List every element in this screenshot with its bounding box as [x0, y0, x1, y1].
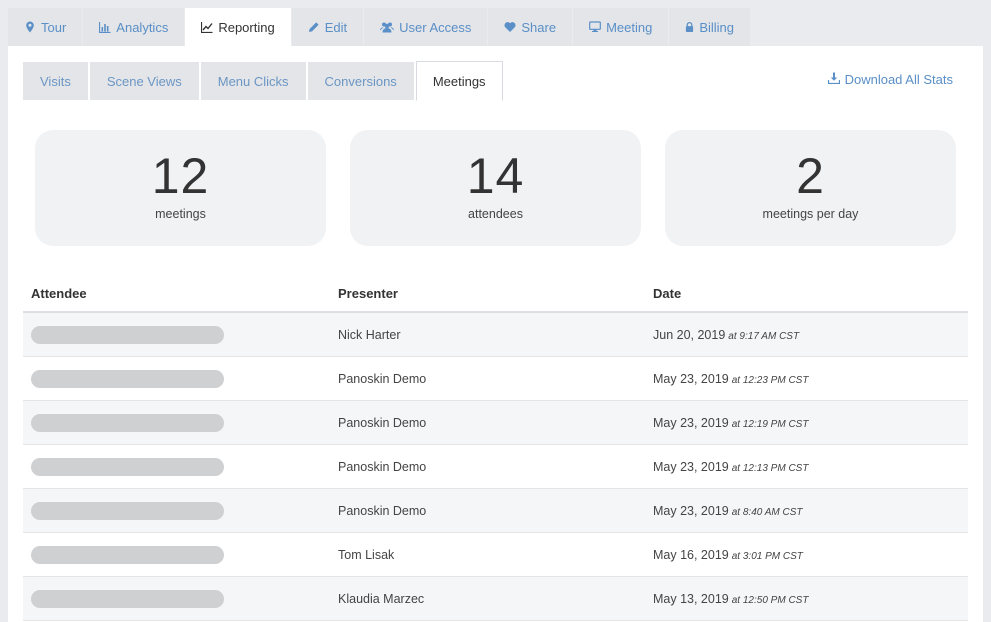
tab-edit[interactable]: Edit — [291, 8, 364, 46]
presenter-cell: Panoskin Demo — [338, 459, 427, 474]
tab-visits[interactable]: Visits — [23, 62, 88, 100]
date-text: May 23, 2019 — [653, 459, 729, 474]
time-text: at 8:40 AM CST — [731, 506, 803, 518]
tab-billing[interactable]: Billing — [669, 8, 750, 46]
date-text: May 13, 2019 — [653, 591, 729, 606]
redacted-attendee — [31, 501, 224, 520]
app-frame: Tour Analytics Reporting Edit User Acces… — [8, 8, 983, 622]
presenter-cell: Klaudia Marzec — [338, 591, 425, 606]
date-cell: Jun 20, 2019 at 9:17 AM CST — [653, 328, 968, 342]
redacted-attendee — [31, 457, 224, 476]
presenter-cell: Nick Harter — [338, 327, 401, 342]
redacted-attendee — [31, 589, 224, 608]
column-header-presenter: Presenter — [338, 286, 398, 301]
column-header-date: Date — [653, 286, 682, 301]
presenter-cell: Tom Lisak — [338, 547, 395, 562]
top-tab-bar: Tour Analytics Reporting Edit User Acces… — [8, 8, 751, 46]
download-all-stats-link[interactable]: Download All Stats — [827, 72, 953, 87]
tab-label: Share — [521, 19, 557, 35]
stat-card-meetings: 12 meetings — [35, 130, 326, 246]
table-body: Nick Harter Jun 20, 2019 at 9:17 AM CST P… — [23, 313, 968, 621]
stat-value: 14 — [466, 148, 525, 204]
lock-icon — [685, 21, 694, 33]
date-cell: May 23, 2019 at 12:23 PM CST — [653, 372, 968, 386]
heart-icon — [504, 21, 516, 33]
monitor-icon — [589, 21, 601, 33]
stat-value: 12 — [151, 148, 210, 204]
time-text: at 12:13 PM CST — [731, 462, 809, 474]
presenter-cell: Panoskin Demo — [338, 503, 427, 518]
tab-label: Billing — [699, 19, 734, 35]
map-marker-icon — [24, 21, 36, 33]
time-text: at 12:19 PM CST — [731, 418, 809, 430]
tab-tour[interactable]: Tour — [8, 8, 83, 46]
time-text: at 12:23 PM CST — [731, 374, 809, 386]
date-cell: May 16, 2019 at 3:01 PM CST — [653, 548, 968, 562]
tab-label: Reporting — [218, 19, 275, 35]
tab-label: Analytics — [116, 19, 169, 35]
date-cell: May 23, 2019 at 8:40 AM CST — [653, 504, 968, 518]
time-text: at 3:01 PM CST — [731, 550, 803, 562]
date-text: May 16, 2019 — [653, 547, 729, 562]
users-icon — [380, 21, 395, 33]
table-row: Panoskin Demo May 23, 2019 at 12:19 PM CS… — [23, 401, 968, 445]
date-text: Jun 20, 2019 — [653, 327, 726, 342]
table-row: Tom Lisak May 16, 2019 at 3:01 PM CST — [23, 533, 968, 577]
time-text: at 9:17 AM CST — [728, 330, 800, 342]
line-chart-icon — [201, 21, 213, 33]
time-text: at 12:50 PM CST — [731, 594, 809, 606]
redacted-attendee — [31, 545, 224, 564]
date-text: May 23, 2019 — [653, 503, 729, 518]
date-cell: May 23, 2019 at 12:19 PM CST — [653, 416, 968, 430]
stat-card-attendees: 14 attendees — [350, 130, 641, 246]
reporting-panel: Visits Scene Views Menu Clicks Conversio… — [8, 46, 983, 622]
tab-share[interactable]: Share — [488, 8, 573, 46]
stat-card-meetings-per-day: 2 meetings per day — [665, 130, 956, 246]
download-label: Download All Stats — [844, 72, 953, 87]
table-row: Klaudia Marzec May 13, 2019 at 12:50 PM C… — [23, 577, 968, 621]
date-text: May 23, 2019 — [653, 371, 729, 386]
table-row: Nick Harter Jun 20, 2019 at 9:17 AM CST — [23, 313, 968, 357]
stat-label: attendees — [468, 207, 523, 221]
tab-meetings[interactable]: Meetings — [415, 61, 503, 101]
table-row: Panoskin Demo May 23, 2019 at 8:40 AM CST — [23, 489, 968, 533]
table-row: Panoskin Demo May 23, 2019 at 12:13 PM CS… — [23, 445, 968, 489]
stat-label: meetings per day — [762, 207, 859, 221]
tab-conversions[interactable]: Conversions — [307, 62, 414, 100]
tab-menu-clicks[interactable]: Menu Clicks — [200, 62, 306, 100]
presenter-cell: Panoskin Demo — [338, 415, 427, 430]
date-text: May 23, 2019 — [653, 415, 729, 430]
tab-reporting[interactable]: Reporting — [185, 8, 291, 46]
date-cell: May 23, 2019 at 12:13 PM CST — [653, 460, 968, 474]
tab-scene-views[interactable]: Scene Views — [89, 62, 199, 100]
meetings-table: Attendee Presenter Date Nick Harter Jun … — [23, 276, 968, 621]
stat-label: meetings — [155, 207, 206, 221]
sub-tab-bar: Visits Scene Views Menu Clicks Conversio… — [23, 61, 505, 101]
stat-value: 2 — [796, 148, 825, 204]
tab-meeting[interactable]: Meeting — [573, 8, 669, 46]
tab-user-access[interactable]: User Access — [364, 8, 488, 46]
pencil-icon — [308, 21, 320, 33]
table-header: Attendee Presenter Date — [23, 276, 968, 313]
date-cell: May 13, 2019 at 12:50 PM CST — [653, 592, 968, 606]
tab-label: Edit — [324, 19, 348, 35]
redacted-attendee — [31, 325, 224, 344]
redacted-attendee — [31, 369, 224, 388]
redacted-attendee — [31, 413, 224, 432]
bar-chart-icon — [99, 21, 111, 33]
column-header-attendee: Attendee — [31, 286, 87, 301]
table-row: Panoskin Demo May 23, 2019 at 12:23 PM CS… — [23, 357, 968, 401]
presenter-cell: Panoskin Demo — [338, 371, 427, 386]
tab-label: Meeting — [606, 19, 653, 35]
tab-label: Tour — [41, 19, 67, 35]
tab-label: User Access — [399, 19, 472, 35]
tab-analytics[interactable]: Analytics — [83, 8, 185, 46]
download-icon — [827, 72, 840, 87]
